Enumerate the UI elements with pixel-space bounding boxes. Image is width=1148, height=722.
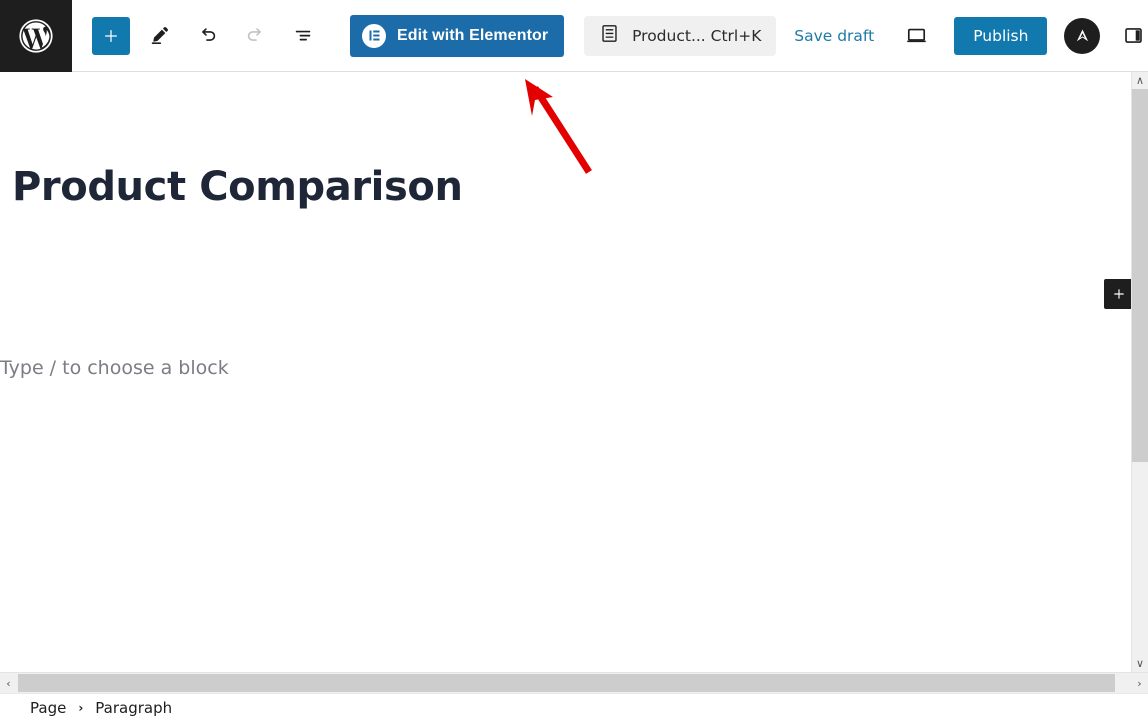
wordpress-block-editor: Edit with Elementor Product... Ctrl+K Sa… xyxy=(0,0,1148,722)
document-title-bar[interactable]: Product... Ctrl+K xyxy=(584,15,777,56)
horizontal-scrollbar[interactable]: ‹ › xyxy=(0,672,1148,693)
astra-settings-button[interactable] xyxy=(1064,17,1101,54)
undo-icon xyxy=(201,28,215,41)
vertical-scrollbar[interactable]: ∧ ∨ xyxy=(1131,72,1148,672)
plus-icon xyxy=(105,29,117,42)
breadcrumb-item-page[interactable]: Page xyxy=(30,699,66,717)
breadcrumb: Page › Paragraph xyxy=(0,693,1148,722)
empty-paragraph-block-placeholder[interactable]: Type / to choose a block xyxy=(0,355,229,382)
scroll-left-button[interactable]: ‹ xyxy=(0,673,17,693)
document-title-label: Product... Ctrl+K xyxy=(632,26,762,45)
publish-button[interactable]: Publish xyxy=(954,16,1048,55)
add-block-inserter-button[interactable] xyxy=(92,16,130,55)
scroll-down-button[interactable]: ∨ xyxy=(1132,655,1148,672)
list-view-icon xyxy=(295,30,310,41)
editor-canvas[interactable]: Product Comparison Type / to choose a bl… xyxy=(0,72,1131,672)
sidebar-panel-icon xyxy=(1125,28,1142,43)
chevron-right-icon: › xyxy=(1137,676,1142,690)
post-title[interactable]: Product Comparison xyxy=(12,164,463,210)
pencil-icon xyxy=(151,27,168,45)
plus-icon xyxy=(1114,289,1124,299)
redo-icon xyxy=(247,28,261,41)
desktop-preview-icon xyxy=(906,28,926,43)
preview-button[interactable] xyxy=(896,16,936,56)
settings-sidebar-toggle[interactable] xyxy=(1115,18,1148,54)
editor-toolbar: Edit with Elementor Product... Ctrl+K Sa… xyxy=(0,0,1148,72)
tools-pencil-button[interactable] xyxy=(140,17,178,55)
vertical-scrollbar-thumb[interactable] xyxy=(1132,89,1148,462)
elementor-logo-icon xyxy=(362,23,386,48)
edit-with-elementor-label: Edit with Elementor xyxy=(397,26,549,44)
redo-button[interactable] xyxy=(236,17,274,55)
toolbar-left-group: Edit with Elementor Product... Ctrl+K Sa… xyxy=(72,14,1148,57)
undo-button[interactable] xyxy=(188,17,226,55)
scroll-right-button[interactable]: › xyxy=(1131,673,1148,693)
breadcrumb-item-paragraph[interactable]: Paragraph xyxy=(95,699,172,717)
edit-with-elementor-button[interactable]: Edit with Elementor xyxy=(350,14,565,57)
scroll-up-button[interactable]: ∧ xyxy=(1132,72,1148,89)
save-draft-button[interactable]: Save draft xyxy=(794,27,874,45)
chevron-down-icon: ∨ xyxy=(1135,657,1145,670)
breadcrumb-separator-icon: › xyxy=(78,701,84,715)
chevron-up-icon: ∧ xyxy=(1135,74,1145,87)
document-overview-button[interactable] xyxy=(284,17,322,55)
wordpress-logo-icon[interactable] xyxy=(0,0,72,72)
inline-block-inserter-button[interactable] xyxy=(1104,279,1134,309)
astra-logo-icon xyxy=(1076,29,1089,42)
chevron-left-icon: ‹ xyxy=(6,676,11,690)
horizontal-scrollbar-thumb[interactable] xyxy=(18,674,1115,692)
page-document-icon xyxy=(599,23,620,48)
